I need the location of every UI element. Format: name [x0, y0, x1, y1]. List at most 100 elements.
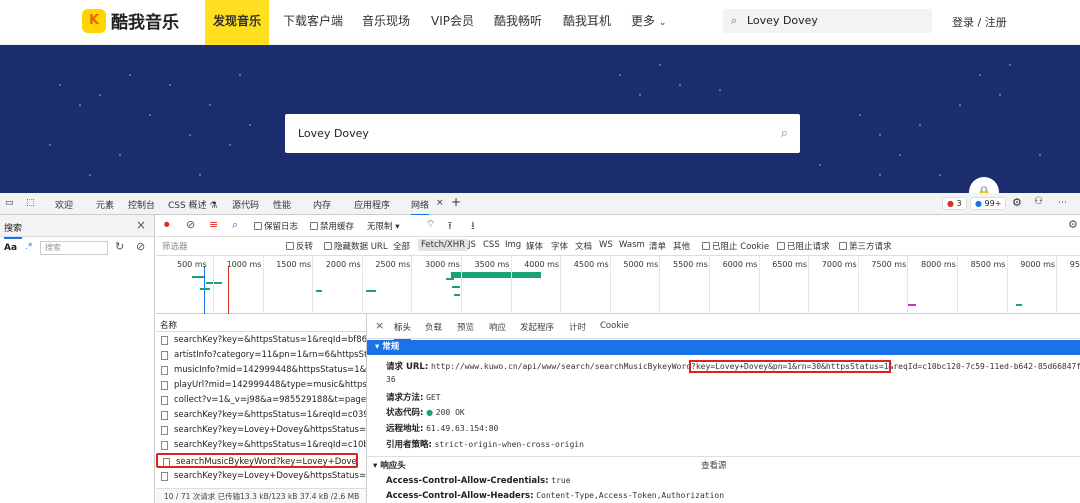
export-icon[interactable]: ⭳	[471, 217, 475, 236]
tab-initiator[interactable]: 发起程序	[520, 321, 554, 333]
inspect-icon[interactable]: ⬚	[26, 198, 35, 208]
banner-search-input[interactable]: Lovey Dovey ⌕	[285, 114, 800, 153]
nav-live[interactable]: 音乐现场	[362, 0, 410, 45]
network-conditions-icon[interactable]: ⌔	[426, 218, 435, 231]
filter-type-font[interactable]: 字体	[551, 240, 568, 252]
nav-discover-music[interactable]: 发现音乐	[205, 0, 270, 45]
match-case-toggle[interactable]: Aa	[4, 243, 17, 253]
clear-icon[interactable]: ⊘	[136, 240, 145, 253]
request-row-selected[interactable]: searchMusicBykeyWord?key=Lovey+Dovey&pn.…	[156, 453, 358, 468]
timeline-tick-label: 1000 ms	[226, 260, 262, 269]
filter-type-other[interactable]: 其他	[673, 240, 690, 252]
close-search-panel-icon[interactable]: ×	[136, 218, 146, 232]
gear-icon[interactable]: ⚙	[1012, 196, 1022, 209]
tab-response[interactable]: 响应	[489, 321, 506, 333]
checkbox-box	[702, 242, 710, 250]
refresh-icon[interactable]: ↻	[115, 240, 124, 253]
request-row[interactable]: artistInfo?category=11&pn=1&rn=6&httpsSt…	[156, 348, 366, 363]
timeline-tick-label: 6500 ms	[772, 260, 808, 269]
banner-search-icon[interactable]: ⌕	[781, 114, 788, 153]
error-badge[interactable]: ● 3	[942, 197, 967, 210]
nav-headphones[interactable]: 酷我耳机	[563, 0, 611, 45]
nav-audiobook[interactable]: 酷我畅听	[494, 0, 542, 45]
regex-toggle[interactable]: .*	[25, 242, 32, 252]
filter-type-doc[interactable]: 文档	[575, 240, 592, 252]
request-row[interactable]: playUrl?mid=142999448&type=music&httpsSt…	[156, 378, 366, 393]
response-headers-header[interactable]: ▾ 响应头	[373, 459, 406, 471]
nav-download-client[interactable]: 下载客户端	[283, 0, 343, 45]
tab-application[interactable]: 应用程序	[354, 198, 390, 211]
customize-icon[interactable]: ⚇	[1034, 196, 1043, 207]
request-row[interactable]: searchKey?key=&httpsStatus=1&reqId=bf86f…	[156, 333, 366, 348]
tab-performance[interactable]: 性能	[273, 198, 291, 211]
device-toolbar-icon[interactable]: ▭	[5, 198, 14, 208]
filter-type-fetch-xhr[interactable]: Fetch/XHR	[418, 239, 469, 251]
search-query-input[interactable]: 搜索	[40, 241, 108, 255]
message-badge[interactable]: ● 99+	[970, 197, 1007, 210]
tab-console[interactable]: 控制台	[128, 198, 155, 211]
tab-preview[interactable]: 预览	[457, 321, 474, 333]
request-row[interactable]: searchKey?key=Lovey+Dovey&httpsStatus=1&…	[156, 469, 366, 484]
timeline-gridline	[758, 256, 760, 314]
request-row[interactable]: searchKey?key=&httpsStatus=1&reqId=c10b7…	[156, 438, 366, 453]
close-detail-icon[interactable]: ×	[375, 319, 384, 332]
request-url-prefix[interactable]: http://www.kuwo.cn/api/www/search/search…	[431, 362, 691, 371]
filter-type-all[interactable]: 全部	[393, 240, 410, 252]
close-icon[interactable]: ×	[436, 198, 444, 208]
timeline-gridline	[659, 256, 661, 314]
request-row[interactable]: musicInfo?mid=142999448&httpsStatus=1&re…	[156, 363, 366, 378]
tab-sources[interactable]: 源代码	[232, 198, 259, 211]
tab-memory[interactable]: 内存	[313, 198, 331, 211]
record-icon[interactable]: ⏺	[164, 218, 170, 232]
acah-value: Content-Type,Access-Token,Authorization	[536, 491, 725, 500]
tab-timing[interactable]: 计时	[569, 321, 586, 333]
login-register-link[interactable]: 登录 / 注册	[952, 14, 1007, 30]
request-row[interactable]: searchKey?key=&httpsStatus=1&reqId=c039a…	[156, 408, 366, 423]
preserve-log-checkbox[interactable]: 保留日志	[254, 220, 298, 232]
clear-log-icon[interactable]: ⊘	[186, 218, 195, 231]
view-source-link[interactable]: 查看源	[701, 459, 727, 471]
import-icon[interactable]: ⭱	[448, 217, 452, 236]
search-icon[interactable]: ⌕	[232, 218, 238, 232]
tab-payload[interactable]: 负载	[425, 321, 442, 333]
general-section-header[interactable]: ▾ 常规	[367, 340, 1080, 355]
invert-checkbox[interactable]: 反转	[286, 240, 313, 252]
third-party-checkbox[interactable]: 第三方请求	[839, 240, 892, 252]
tab-elements[interactable]: 元素	[96, 198, 114, 211]
name-column-header[interactable]: 名称	[160, 319, 177, 331]
timeline-gridline	[907, 256, 909, 314]
request-url-highlight[interactable]: ?key=Lovey+Dovey&pn=1&rn=30&httpsStatus=…	[689, 360, 891, 373]
filter-type-wasm[interactable]: Wasm	[619, 240, 645, 250]
more-options-icon[interactable]: ⋯	[1058, 198, 1067, 208]
blocked-requests-checkbox[interactable]: 已阻止请求	[777, 240, 830, 252]
request-row[interactable]: searchKey?key=Lovey+Dovey&httpsStatus=1&…	[156, 423, 366, 438]
request-row[interactable]: collect?v=1&_v=j98&a=985529188&t=pagevie…	[156, 393, 366, 408]
throttle-select[interactable]: 无限制 ▾	[367, 220, 400, 232]
status-ok-icon: ●	[426, 408, 434, 417]
kuwo-logo[interactable]: K 酷我音乐	[82, 8, 179, 33]
nav-more[interactable]: 更多 ⌄	[631, 0, 666, 45]
tab-css-overview[interactable]: CSS 概述 ⚗	[168, 198, 218, 211]
network-timeline[interactable]: 500 ms 1000 ms 1500 ms 2000 ms 2500 ms 3000 m…	[156, 256, 1080, 314]
tab-cookie[interactable]: Cookie	[600, 321, 629, 331]
filter-type-ws[interactable]: WS	[599, 240, 613, 250]
hide-data-urls-checkbox[interactable]: 隐藏数据 URL	[324, 240, 388, 252]
add-tab-icon[interactable]: +	[451, 195, 461, 209]
filter-type-media[interactable]: 媒体	[526, 240, 543, 252]
request-url-suffix[interactable]: &reqId=c10bc120-7c59-11ed-b642-85d66847f…	[889, 362, 1080, 371]
filter-input[interactable]: 筛选器	[162, 240, 188, 252]
site-search-input[interactable]: ⌕ Lovey Dovey	[723, 9, 932, 33]
filter-type-css[interactable]: CSS	[483, 240, 500, 250]
filter-type-manifest[interactable]: 清单	[649, 240, 666, 252]
filter-type-img[interactable]: Img	[505, 240, 521, 250]
document-icon	[161, 351, 168, 360]
nav-vip[interactable]: VIP会员	[431, 0, 474, 45]
tab-network[interactable]: 网络	[411, 198, 430, 216]
disable-cache-checkbox[interactable]: 禁用缓存	[310, 220, 354, 232]
checkbox-box	[777, 242, 785, 250]
tab-welcome[interactable]: 欢迎	[55, 198, 73, 211]
network-settings-icon[interactable]: ⚙	[1068, 218, 1078, 231]
filter-type-js[interactable]: JS	[468, 240, 476, 250]
filter-icon[interactable]: ≡	[209, 218, 218, 231]
blocked-cookies-checkbox[interactable]: 已阻止 Cookie	[702, 240, 769, 252]
